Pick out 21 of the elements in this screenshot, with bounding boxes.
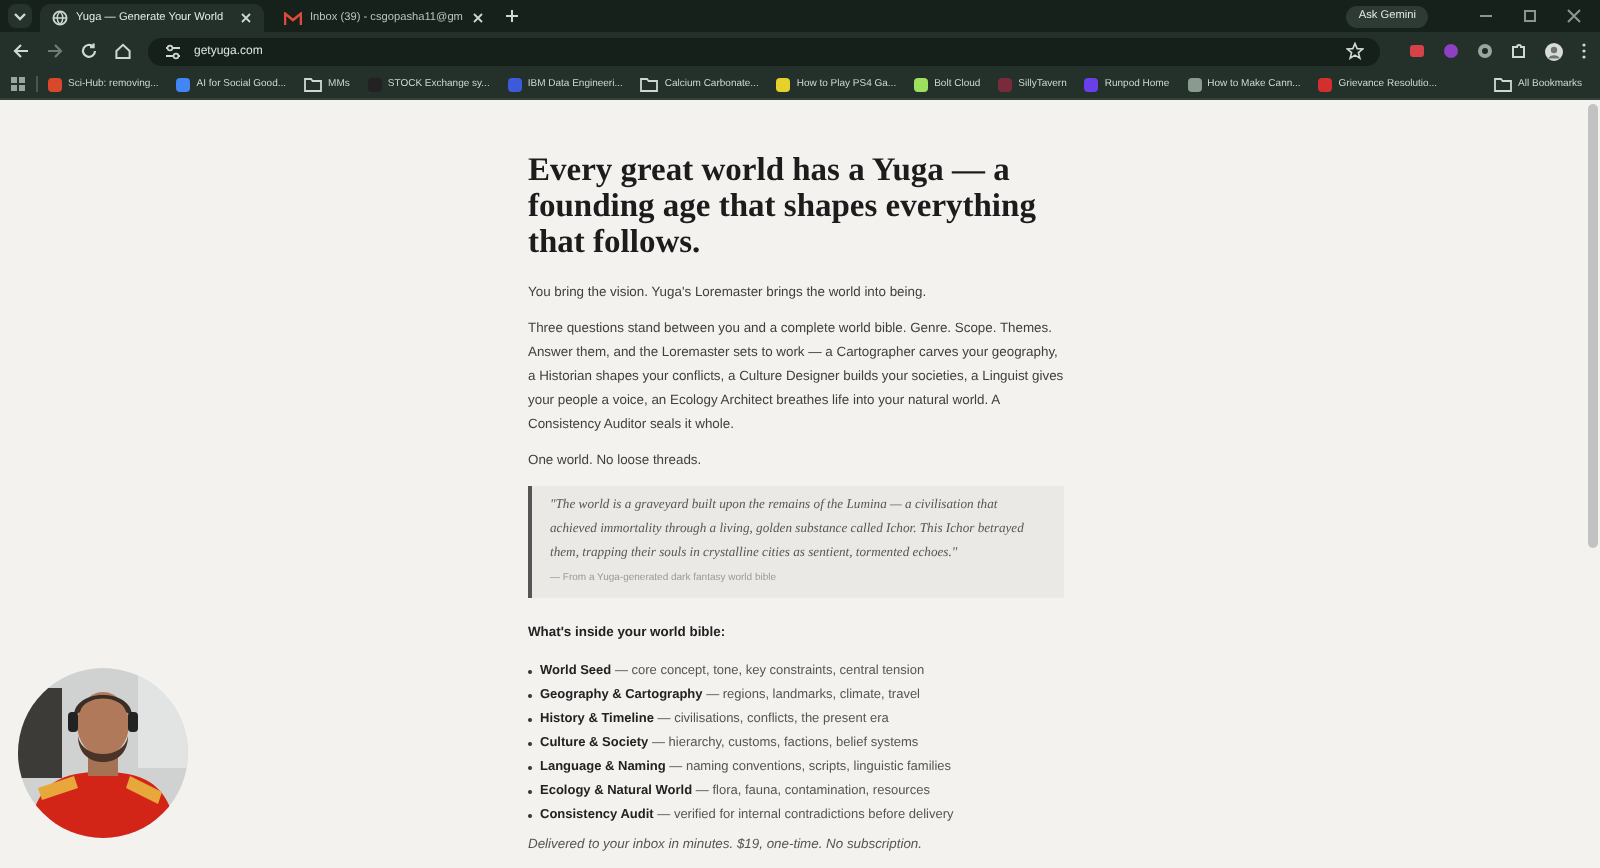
folder-icon	[1494, 77, 1513, 91]
forward-icon[interactable]	[46, 42, 64, 60]
folder-icon	[640, 77, 659, 91]
tab-search-icon[interactable]	[8, 4, 32, 28]
new-tab-icon[interactable]	[504, 8, 520, 24]
menu-icon[interactable]	[1580, 42, 1588, 60]
globe-icon	[52, 10, 68, 26]
site-info-icon[interactable]	[164, 43, 182, 59]
apps-icon[interactable]	[10, 76, 26, 92]
back-icon[interactable]	[12, 42, 30, 60]
maximize-icon[interactable]	[1522, 8, 1538, 24]
folder-icon	[304, 77, 323, 91]
reload-icon[interactable]	[80, 42, 98, 60]
page-heading: Every great world has a Yuga — a founding age that shapes everything that follows.	[528, 152, 1038, 260]
close-icon[interactable]	[1566, 8, 1582, 24]
avatar-icon[interactable]	[1544, 41, 1564, 61]
puzzle-icon[interactable]	[1510, 42, 1528, 60]
mail-icon	[284, 11, 302, 25]
home-icon[interactable]	[114, 42, 132, 60]
scrollbar-thumb[interactable]	[1588, 104, 1598, 548]
star-icon[interactable]	[1346, 42, 1364, 60]
